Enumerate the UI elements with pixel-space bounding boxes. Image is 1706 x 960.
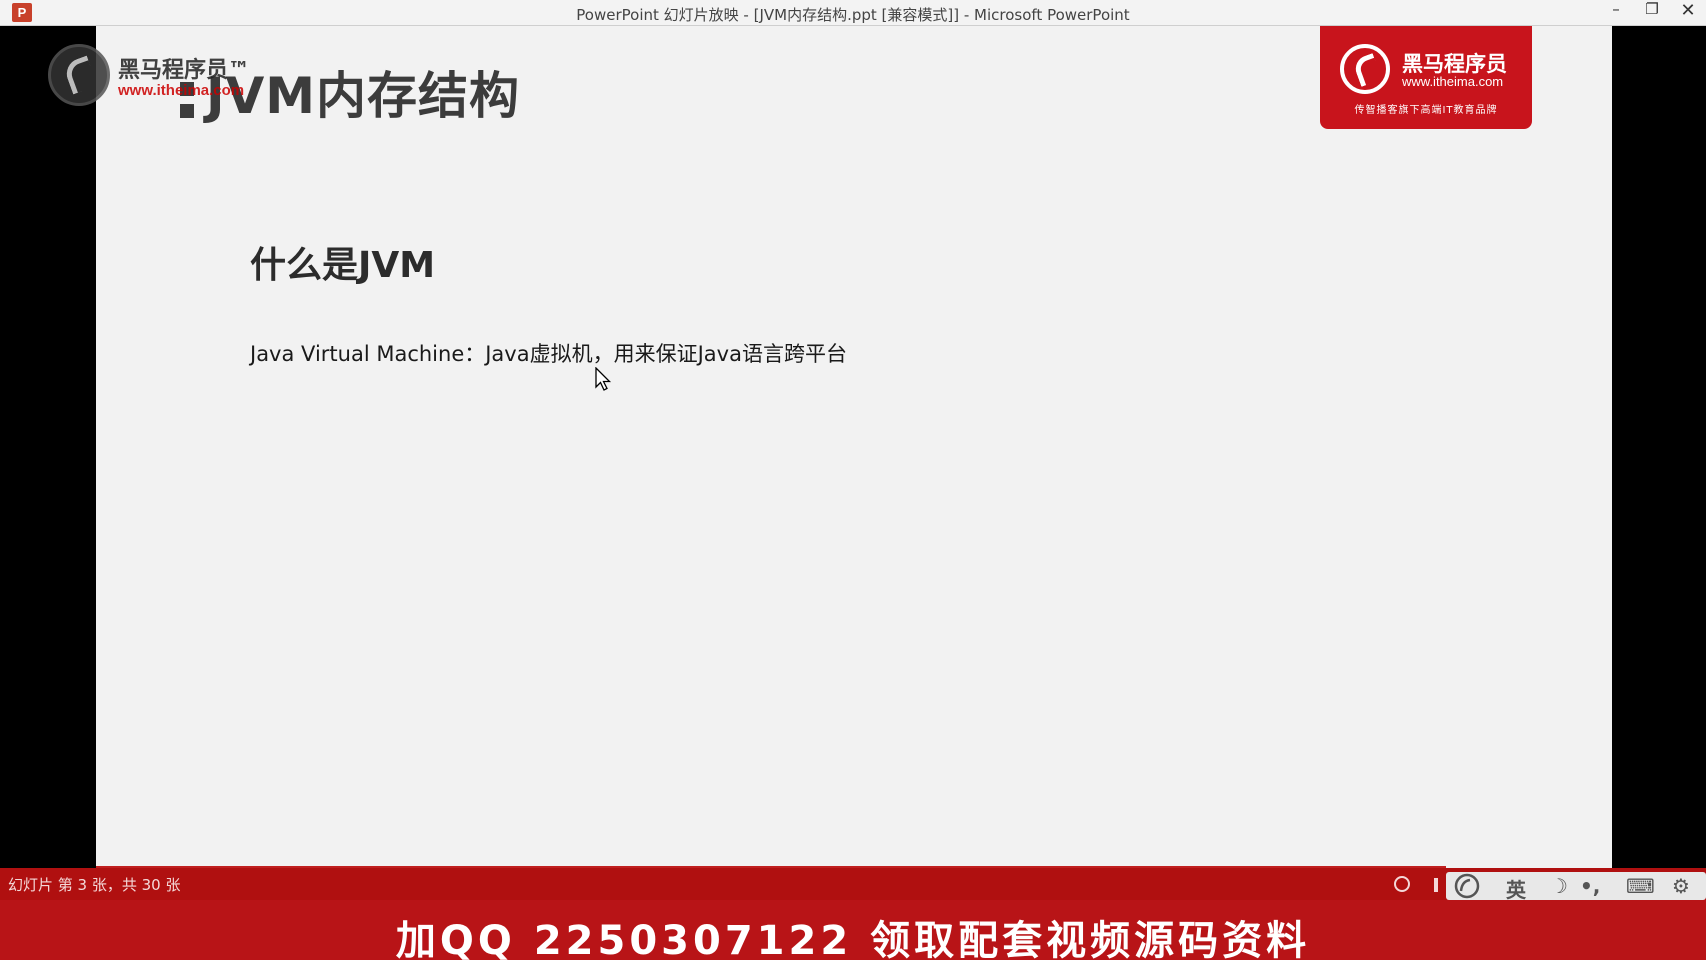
watermark-logo: 黑马程序员™ www.itheima.com	[48, 44, 278, 106]
ime-keyboard-icon[interactable]: ⌨	[1626, 874, 1655, 898]
ime-logo-icon[interactable]	[1452, 873, 1482, 899]
view-icon[interactable]	[1434, 878, 1438, 892]
ime-moon-icon[interactable]: ☽	[1550, 874, 1568, 898]
horse-watermark-icon	[48, 44, 110, 106]
ime-toolbar: 英 ☽ •, ⌨ ⚙	[1446, 872, 1706, 903]
window-title: PowerPoint 幻灯片放映 - [JVM内存结构.ppt [兼容模式]] …	[576, 6, 1130, 24]
ime-settings-icon[interactable]: ⚙	[1672, 874, 1690, 898]
promo-banner-text: 加QQ 2250307122 领取配套视频源码资料	[395, 918, 1311, 960]
title-bullet-marker	[180, 104, 194, 118]
logo-slogan: 传智播客旗下高端IT教育品牌	[1354, 105, 1498, 116]
horse-logo-icon	[1340, 44, 1390, 94]
close-button[interactable]: ✕	[1670, 0, 1706, 25]
logo-url: www.itheima.com	[1402, 74, 1504, 89]
mouse-pointer-icon	[595, 367, 612, 391]
watermark-name: 黑马程序员™	[118, 58, 251, 83]
slide-counter: 幻灯片 第 3 张，共 30 张	[8, 876, 181, 894]
section-heading: 什么是JVM	[250, 245, 436, 286]
left-letterbox	[0, 26, 96, 868]
body-text: Java Virtual Machine：Java虚拟机，用来保证Java语言跨…	[250, 342, 847, 366]
ime-punctuation-icon[interactable]: •,	[1580, 874, 1600, 898]
brand-logo: 黑马程序员 www.itheima.com 传智播客旗下高端IT教育品牌	[1320, 26, 1532, 129]
ime-language-toggle[interactable]: 英	[1506, 874, 1526, 903]
record-icon[interactable]	[1394, 876, 1410, 892]
minimize-button[interactable]: –	[1598, 0, 1634, 25]
screen: { "window": { "app_icon": "P", "title": …	[0, 0, 1706, 960]
restore-button[interactable]: ❐	[1634, 0, 1670, 25]
promo-banner: 加QQ 2250307122 领取配套视频源码资料	[0, 900, 1706, 960]
right-letterbox	[1612, 26, 1706, 868]
watermark-url: www.itheima.com	[118, 82, 245, 99]
slide-canvas[interactable]: JVM内存结构 黑马程序员 www.itheima.com 传智播客旗下高端IT…	[96, 26, 1612, 868]
window-titlebar: P PowerPoint 幻灯片放映 - [JVM内存结构.ppt [兼容模式]…	[0, 0, 1706, 26]
